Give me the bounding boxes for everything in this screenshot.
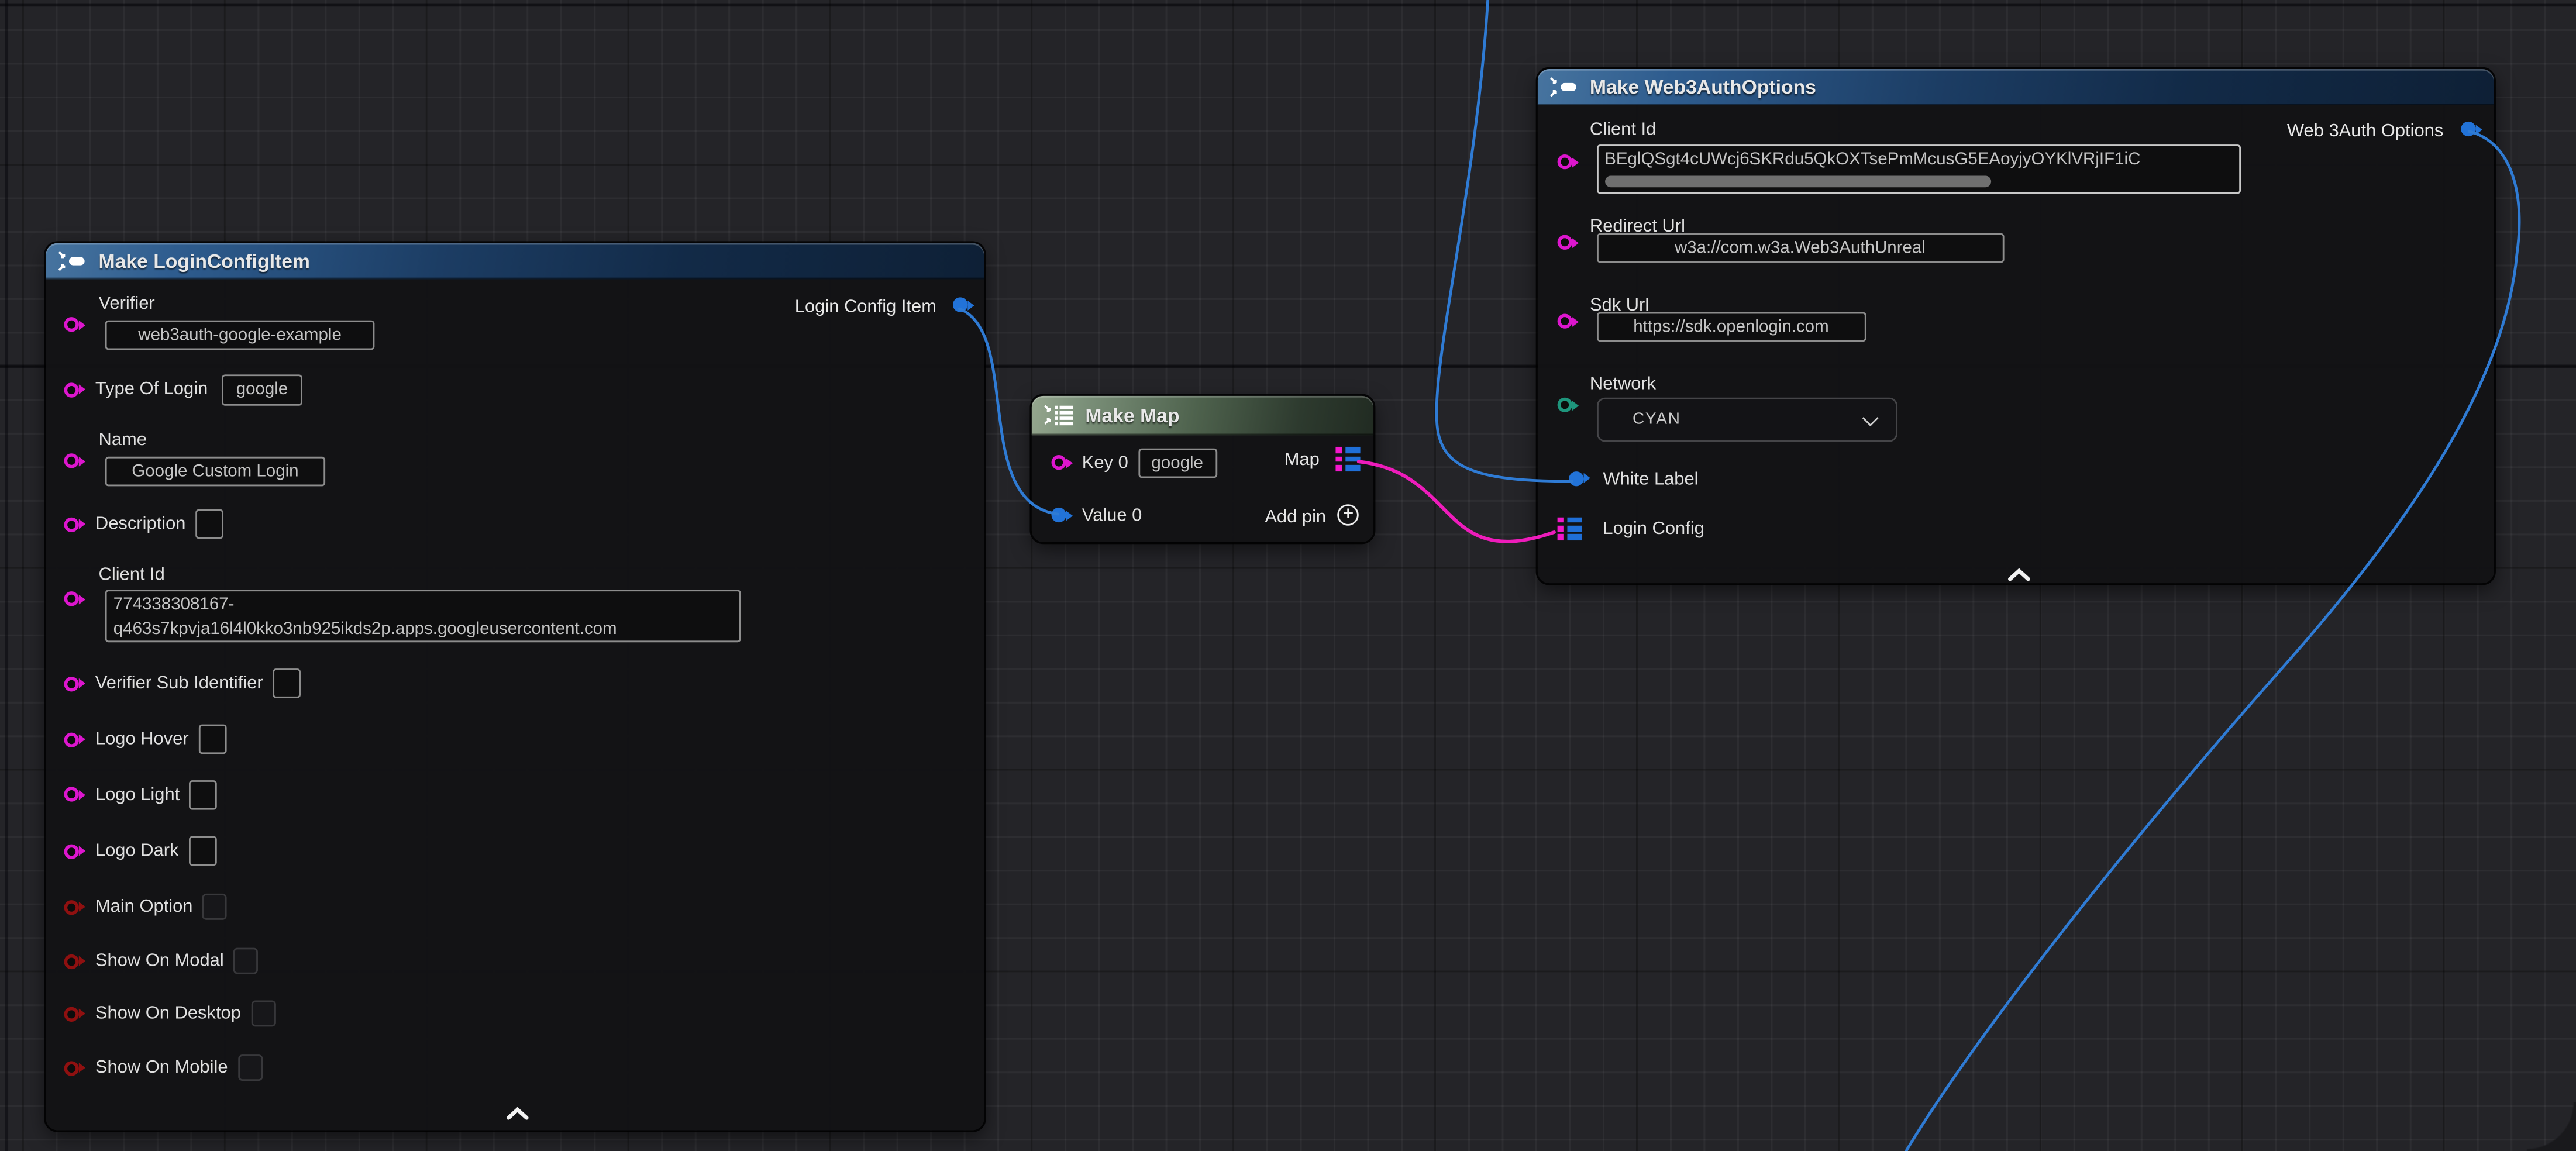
wire-layer — [0, 0, 2576, 1151]
wire-web3auth-options-out[interactable] — [1899, 132, 2519, 1151]
wire-white-label[interactable] — [1437, 0, 1572, 481]
blueprint-graph[interactable]: Make LoginConfigItem Login Config Item V… — [0, 0, 2576, 1151]
wire-map-to-login-config[interactable] — [1359, 461, 1554, 542]
wire-login-config-item-to-value0[interactable] — [959, 309, 1058, 514]
